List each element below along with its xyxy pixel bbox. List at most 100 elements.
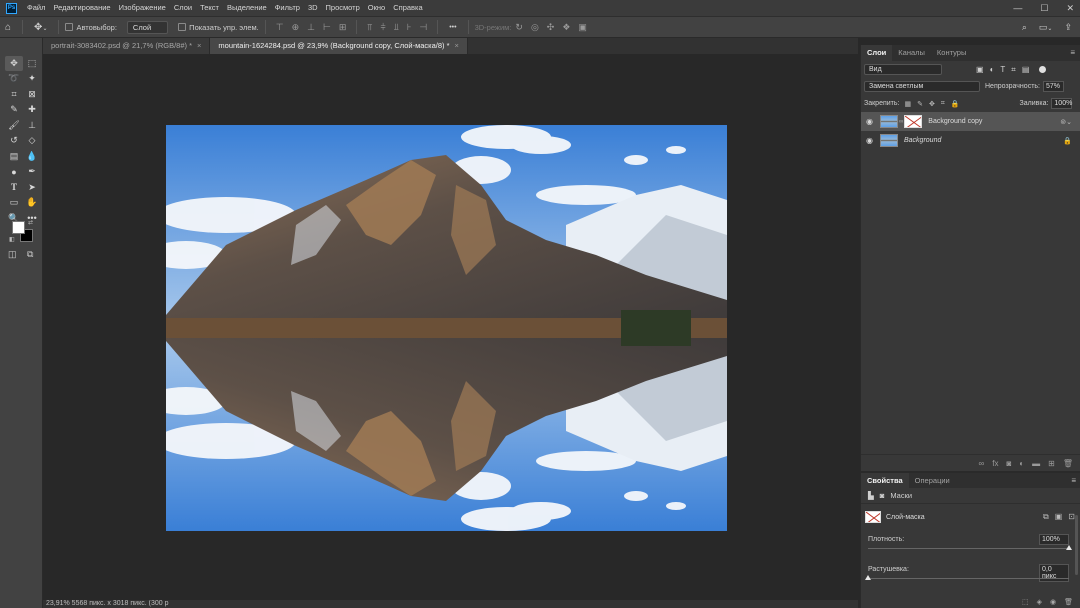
menu-edit[interactable]: Редактирование	[49, 0, 114, 16]
pan-3d-icon[interactable]: ✣	[547, 22, 555, 33]
minimize-button[interactable]: —	[1013, 3, 1022, 13]
visibility-eye-icon[interactable]: ◉	[866, 117, 876, 126]
maximize-button[interactable]: ☐	[1040, 3, 1048, 14]
adjustment-layer-icon[interactable]: ◐	[1019, 459, 1024, 468]
delete-mask-icon[interactable]: 🗑	[1064, 598, 1073, 608]
close-tab-icon[interactable]: ×	[455, 41, 459, 50]
tab-layers[interactable]: Слои	[861, 45, 893, 61]
select-mask-icon[interactable]: ⧉	[1043, 512, 1049, 522]
blur-tool-icon[interactable]: 💧	[23, 149, 41, 164]
history-brush-tool-icon[interactable]: ↺	[5, 134, 23, 149]
smart-filter-icon[interactable]: ⊚⌄	[1060, 118, 1072, 126]
density-slider-knob[interactable]	[1066, 545, 1072, 550]
menu-filter[interactable]: Фильтр	[271, 0, 304, 16]
magic-wand-tool-icon[interactable]: ✦	[23, 72, 41, 87]
add-pixel-mask-icon[interactable]: ▣	[1055, 512, 1063, 522]
load-selection-icon[interactable]: ⬚	[1022, 598, 1029, 608]
swap-colors-icon[interactable]: ⇄	[28, 219, 33, 226]
pixel-mask-icon[interactable]: ▙	[868, 491, 874, 500]
panel-menu-icon[interactable]: ≡	[1071, 473, 1076, 489]
more-options-button[interactable]: •••	[449, 24, 456, 31]
menu-window[interactable]: Окно	[364, 0, 389, 16]
menu-view[interactable]: Просмотр	[322, 0, 364, 16]
new-layer-icon[interactable]: ⊞	[1048, 459, 1055, 468]
align-hcenter-icon[interactable]: ⊞	[339, 22, 347, 33]
show-controls-checkbox[interactable]: Показать упр. элем.	[178, 23, 259, 32]
tab-mountain[interactable]: mountain-1624284.psd @ 23,9% (Background…	[210, 38, 468, 54]
pen-tool-icon[interactable]: ✒	[23, 165, 41, 180]
stamp-tool-icon[interactable]: ⊥	[23, 118, 41, 133]
lasso-tool-icon[interactable]: ➰	[5, 72, 23, 87]
distribute-vcenter-icon[interactable]: ⫩	[380, 22, 385, 33]
menu-text[interactable]: Текст	[196, 0, 223, 16]
panel-scrollbar[interactable]	[1075, 515, 1078, 575]
roll-3d-icon[interactable]: ◎	[531, 22, 539, 33]
tab-portrait[interactable]: portrait-3083402.psd @ 21,7% (RGB/8#) * ×	[43, 38, 211, 54]
blend-mode-dropdown[interactable]: Замена светлым	[864, 81, 980, 92]
align-vcenter-icon[interactable]: ⊕	[292, 22, 300, 33]
filter-type-icon[interactable]: T	[1000, 65, 1005, 75]
disable-mask-icon[interactable]: ◉	[1050, 598, 1056, 608]
document-canvas[interactable]	[166, 125, 727, 531]
distribute-top-icon[interactable]: ⫪	[367, 22, 372, 33]
menu-file[interactable]: Файл	[23, 0, 49, 16]
distribute-right-icon[interactable]: ⊣	[419, 22, 427, 33]
default-colors-icon[interactable]: ◧	[9, 236, 15, 243]
link-layers-icon[interactable]: ∞	[979, 459, 985, 468]
filter-toggle[interactable]	[1039, 66, 1047, 73]
lock-all-icon[interactable]: 🔒	[951, 100, 960, 108]
close-button[interactable]: ✕	[1066, 3, 1074, 14]
vector-mask-icon[interactable]: ◙	[880, 491, 885, 500]
feather-slider-track[interactable]	[868, 578, 1069, 579]
home-icon[interactable]: ⌂	[5, 22, 11, 33]
opacity-input[interactable]: 57%	[1043, 81, 1064, 92]
layer-background-copy[interactable]: ◉ ∞ Background copy ⊚⌄	[861, 112, 1080, 131]
autoselect-dropdown[interactable]: Слой	[126, 20, 169, 34]
menu-layers[interactable]: Слои	[170, 0, 196, 16]
type-tool-icon[interactable]: T	[5, 180, 23, 195]
lock-pixels-icon[interactable]: ✎	[917, 100, 923, 108]
close-tab-icon[interactable]: ×	[197, 41, 201, 50]
feather-slider-knob[interactable]	[865, 575, 871, 580]
align-bottom-icon[interactable]: ⊥	[307, 22, 315, 33]
tab-actions[interactable]: Операции	[909, 473, 956, 489]
scale-3d-icon[interactable]: ▣	[578, 22, 587, 33]
feather-input[interactable]: 0,0 пикс	[1039, 564, 1069, 582]
density-input[interactable]: 100%	[1039, 534, 1069, 545]
align-left-icon[interactable]: ⊢	[323, 22, 331, 33]
link-chain-icon[interactable]: ∞	[899, 119, 903, 125]
orbit-3d-icon[interactable]: ↻	[515, 22, 523, 33]
filter-smart-icon[interactable]: ▤	[1022, 65, 1030, 75]
hand-tool-icon[interactable]: ✋	[23, 196, 41, 211]
filter-adjustment-icon[interactable]: ◐	[990, 65, 995, 75]
apply-mask-icon[interactable]: ◈	[1037, 598, 1042, 608]
tab-properties[interactable]: Свойства	[861, 472, 909, 489]
marquee-tool-icon[interactable]: ⬚	[23, 56, 41, 71]
delete-layer-icon[interactable]: 🗑	[1063, 459, 1073, 468]
layer-background[interactable]: ◉ Background 🔒	[861, 131, 1080, 150]
crop-tool-icon[interactable]: ⌗	[5, 87, 23, 102]
distribute-bottom-icon[interactable]: ⫫	[394, 22, 399, 33]
tab-channels[interactable]: Каналы	[892, 45, 931, 61]
filter-shape-icon[interactable]: ⌗	[1011, 65, 1016, 75]
slide-3d-icon[interactable]: ❖	[562, 22, 570, 33]
tab-paths[interactable]: Контуры	[931, 45, 972, 61]
filter-pixel-icon[interactable]: ▣	[976, 65, 984, 75]
menu-select[interactable]: Выделение	[223, 0, 271, 16]
shape-tool-icon[interactable]: ▭	[5, 196, 23, 211]
dodge-tool-icon[interactable]: ●	[5, 165, 23, 180]
fill-input[interactable]: 100%	[1051, 98, 1073, 109]
eraser-tool-icon[interactable]: ◇	[23, 134, 41, 149]
visibility-eye-icon[interactable]: ◉	[866, 136, 876, 145]
lock-position-icon[interactable]: ✥	[929, 100, 935, 108]
distribute-left-icon[interactable]: ⊦	[407, 22, 412, 33]
add-vector-mask-icon[interactable]: ⊡	[1068, 512, 1075, 522]
layer-filter-dropdown[interactable]: Вид	[864, 64, 942, 75]
density-slider-track[interactable]	[868, 548, 1069, 549]
panel-menu-icon[interactable]: ≡	[1070, 45, 1075, 61]
layer-mask-thumbnail[interactable]	[904, 115, 923, 128]
workspace-icon[interactable]: ▭⌄	[1039, 22, 1053, 33]
share-icon[interactable]: ⇪	[1064, 22, 1072, 33]
lock-artboard-icon[interactable]: ⌗	[941, 100, 945, 108]
quick-mask-icon[interactable]: ◫	[8, 249, 17, 260]
